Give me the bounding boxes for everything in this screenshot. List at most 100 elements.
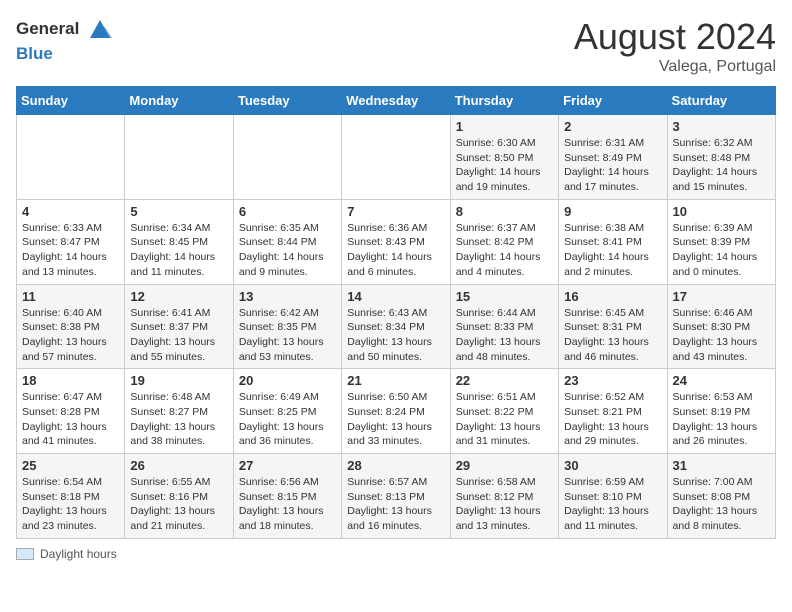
location: Valega, Portugal	[574, 58, 776, 76]
header-wednesday: Wednesday	[342, 87, 450, 115]
calendar-cell	[342, 115, 450, 200]
day-number: 16	[564, 289, 661, 304]
day-info: Sunrise: 6:45 AM Sunset: 8:31 PM Dayligh…	[564, 307, 649, 363]
day-info: Sunrise: 6:52 AM Sunset: 8:21 PM Dayligh…	[564, 391, 649, 447]
day-info: Sunrise: 7:00 AM Sunset: 8:08 PM Dayligh…	[673, 476, 758, 532]
logo-icon	[86, 16, 114, 44]
day-number: 13	[239, 289, 336, 304]
calendar-cell: 28 Sunrise: 6:57 AM Sunset: 8:13 PM Dayli…	[342, 454, 450, 539]
calendar-cell: 22Sunrise: 6:51 AM Sunset: 8:22 PM Dayli…	[450, 369, 558, 454]
day-number: 28	[347, 458, 444, 473]
calendar-cell: 7Sunrise: 6:36 AM Sunset: 8:43 PM Daylig…	[342, 199, 450, 284]
day-info: Sunrise: 6:59 AM Sunset: 8:10 PM Dayligh…	[564, 476, 649, 532]
calendar-cell: 10Sunrise: 6:39 AM Sunset: 8:39 PM Dayli…	[667, 199, 775, 284]
day-info: Sunrise: 6:57 AM Sunset: 8:13 PM Dayligh…	[347, 476, 432, 532]
calendar-header-row: SundayMondayTuesdayWednesdayThursdayFrid…	[17, 87, 776, 115]
logo-general: General	[16, 19, 79, 38]
day-number: 30	[564, 458, 661, 473]
calendar-cell: 8Sunrise: 6:37 AM Sunset: 8:42 PM Daylig…	[450, 199, 558, 284]
day-number: 9	[564, 204, 661, 219]
day-number: 10	[673, 204, 770, 219]
day-info: Sunrise: 6:44 AM Sunset: 8:33 PM Dayligh…	[456, 307, 541, 363]
day-number: 31	[673, 458, 770, 473]
day-info: Sunrise: 6:50 AM Sunset: 8:24 PM Dayligh…	[347, 391, 432, 447]
day-number: 8	[456, 204, 553, 219]
legend-label: Daylight hours	[40, 547, 117, 561]
day-info: Sunrise: 6:58 AM Sunset: 8:12 PM Dayligh…	[456, 476, 541, 532]
page-header: General Blue August 2024 Valega, Portuga…	[16, 16, 776, 76]
calendar-cell: 26Sunrise: 6:55 AM Sunset: 8:16 PM Dayli…	[125, 454, 233, 539]
day-number: 26	[130, 458, 227, 473]
day-number: 5	[130, 204, 227, 219]
legend: Daylight hours	[16, 547, 776, 561]
calendar-cell: 12Sunrise: 6:41 AM Sunset: 8:37 PM Dayli…	[125, 284, 233, 369]
calendar-cell: 15 Sunrise: 6:44 AM Sunset: 8:33 PM Dayli…	[450, 284, 558, 369]
header-saturday: Saturday	[667, 87, 775, 115]
day-info: Sunrise: 6:56 AM Sunset: 8:15 PM Dayligh…	[239, 476, 324, 532]
day-number: 7	[347, 204, 444, 219]
calendar-cell: 24 Sunrise: 6:53 AM Sunset: 8:19 PM Dayli…	[667, 369, 775, 454]
calendar-week-5: 25Sunrise: 6:54 AM Sunset: 8:18 PM Dayli…	[17, 454, 776, 539]
day-number: 29	[456, 458, 553, 473]
header-tuesday: Tuesday	[233, 87, 341, 115]
calendar-cell: 27Sunrise: 6:56 AM Sunset: 8:15 PM Dayli…	[233, 454, 341, 539]
header-friday: Friday	[559, 87, 667, 115]
calendar-cell: 30 Sunrise: 6:59 AM Sunset: 8:10 PM Dayli…	[559, 454, 667, 539]
day-number: 14	[347, 289, 444, 304]
calendar-week-2: 4Sunrise: 6:33 AM Sunset: 8:47 PM Daylig…	[17, 199, 776, 284]
calendar-cell: 11 Sunrise: 6:40 AM Sunset: 8:38 PM Dayli…	[17, 284, 125, 369]
calendar-cell: 16 Sunrise: 6:45 AM Sunset: 8:31 PM Dayli…	[559, 284, 667, 369]
day-number: 1	[456, 119, 553, 134]
day-info: Sunrise: 6:49 AM Sunset: 8:25 PM Dayligh…	[239, 391, 324, 447]
day-info: Sunrise: 6:35 AM Sunset: 8:44 PM Dayligh…	[239, 222, 324, 278]
day-number: 22	[456, 373, 553, 388]
day-number: 17	[673, 289, 770, 304]
day-info: Sunrise: 6:30 AM Sunset: 8:50 PM Dayligh…	[456, 137, 541, 193]
day-info: Sunrise: 6:38 AM Sunset: 8:41 PM Dayligh…	[564, 222, 649, 278]
calendar-cell: 13 Sunrise: 6:42 AM Sunset: 8:35 PM Dayli…	[233, 284, 341, 369]
day-number: 12	[130, 289, 227, 304]
day-info: Sunrise: 6:54 AM Sunset: 8:18 PM Dayligh…	[22, 476, 107, 532]
calendar-cell: 14 Sunrise: 6:43 AM Sunset: 8:34 PM Dayli…	[342, 284, 450, 369]
calendar-week-4: 18Sunrise: 6:47 AM Sunset: 8:28 PM Dayli…	[17, 369, 776, 454]
calendar-cell: 1 Sunrise: 6:30 AM Sunset: 8:50 PM Daylig…	[450, 115, 558, 200]
day-number: 6	[239, 204, 336, 219]
calendar-cell: 2 Sunrise: 6:31 AM Sunset: 8:49 PM Daylig…	[559, 115, 667, 200]
calendar-cell: 17 Sunrise: 6:46 AM Sunset: 8:30 PM Dayli…	[667, 284, 775, 369]
header-sunday: Sunday	[17, 87, 125, 115]
day-number: 2	[564, 119, 661, 134]
day-info: Sunrise: 6:34 AM Sunset: 8:45 PM Dayligh…	[130, 222, 215, 278]
day-number: 19	[130, 373, 227, 388]
day-info: Sunrise: 6:46 AM Sunset: 8:30 PM Dayligh…	[673, 307, 758, 363]
day-info: Sunrise: 6:33 AM Sunset: 8:47 PM Dayligh…	[22, 222, 107, 278]
day-info: Sunrise: 6:47 AM Sunset: 8:28 PM Dayligh…	[22, 391, 107, 447]
calendar-cell: 31 Sunrise: 7:00 AM Sunset: 8:08 PM Dayli…	[667, 454, 775, 539]
day-info: Sunrise: 6:40 AM Sunset: 8:38 PM Dayligh…	[22, 307, 107, 363]
header-monday: Monday	[125, 87, 233, 115]
calendar-week-1: 1 Sunrise: 6:30 AM Sunset: 8:50 PM Daylig…	[17, 115, 776, 200]
calendar-cell: 20 Sunrise: 6:49 AM Sunset: 8:25 PM Dayli…	[233, 369, 341, 454]
day-info: Sunrise: 6:53 AM Sunset: 8:19 PM Dayligh…	[673, 391, 758, 447]
day-info: Sunrise: 6:42 AM Sunset: 8:35 PM Dayligh…	[239, 307, 324, 363]
day-info: Sunrise: 6:43 AM Sunset: 8:34 PM Dayligh…	[347, 307, 432, 363]
logo: General Blue	[16, 16, 114, 64]
calendar-cell: 5 Sunrise: 6:34 AM Sunset: 8:45 PM Daylig…	[125, 199, 233, 284]
calendar-cell: 3Sunrise: 6:32 AM Sunset: 8:48 PM Daylig…	[667, 115, 775, 200]
header-thursday: Thursday	[450, 87, 558, 115]
calendar-cell	[17, 115, 125, 200]
day-number: 20	[239, 373, 336, 388]
calendar-table: SundayMondayTuesdayWednesdayThursdayFrid…	[16, 86, 776, 539]
calendar-cell: 25Sunrise: 6:54 AM Sunset: 8:18 PM Dayli…	[17, 454, 125, 539]
logo-blue: Blue	[16, 44, 53, 63]
day-info: Sunrise: 6:48 AM Sunset: 8:27 PM Dayligh…	[130, 391, 215, 447]
calendar-cell	[125, 115, 233, 200]
day-number: 3	[673, 119, 770, 134]
calendar-cell: 18Sunrise: 6:47 AM Sunset: 8:28 PM Dayli…	[17, 369, 125, 454]
day-number: 11	[22, 289, 119, 304]
day-number: 24	[673, 373, 770, 388]
legend-box	[16, 548, 34, 560]
calendar-cell	[233, 115, 341, 200]
calendar-cell: 4Sunrise: 6:33 AM Sunset: 8:47 PM Daylig…	[17, 199, 125, 284]
day-info: Sunrise: 6:31 AM Sunset: 8:49 PM Dayligh…	[564, 137, 649, 193]
day-number: 15	[456, 289, 553, 304]
